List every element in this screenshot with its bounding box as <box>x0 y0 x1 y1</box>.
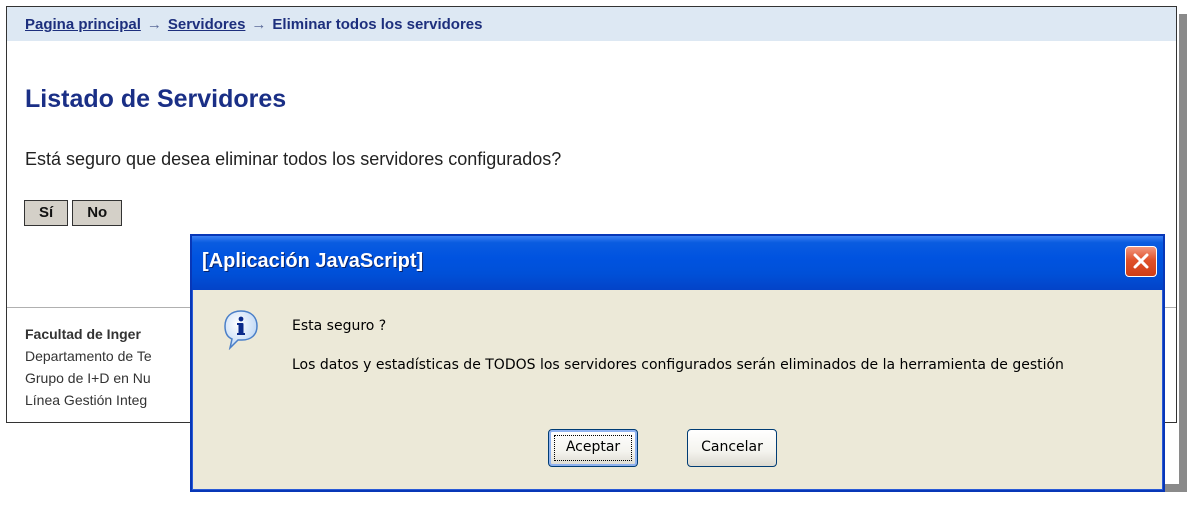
ok-button[interactable]: Aceptar <box>548 429 638 467</box>
page-title: Listado de Servidores <box>25 85 287 113</box>
breadcrumb-link-servidores[interactable]: Servidores <box>168 16 246 33</box>
cancel-button[interactable]: Cancelar <box>687 429 777 467</box>
footer-department: Departamento de Te <box>25 348 152 364</box>
breadcrumb-current: Eliminar todos los servidores <box>272 16 483 33</box>
screenshot-stage: Pagina principal → Servidores → Eliminar tod… <box>0 0 1190 512</box>
footer-group: Grupo de I+D en Nu <box>25 370 151 386</box>
dialog-message-title: Esta seguro ? <box>292 318 387 334</box>
cancel-button-label: Cancelar <box>701 439 763 455</box>
confirm-question: Está seguro que desea eliminar todos los… <box>25 149 562 169</box>
breadcrumb-arrow-icon: → <box>146 16 162 33</box>
breadcrumb: Pagina principal → Servidores → Eliminar tod… <box>7 7 1176 41</box>
breadcrumb-arrow-icon: → <box>251 16 267 33</box>
breadcrumb-link-home[interactable]: Pagina principal <box>25 16 141 33</box>
yes-button[interactable]: Sí <box>24 200 69 226</box>
footer-institution: Facultad de Inger <box>25 326 141 342</box>
confirm-buttons: Sí No <box>24 200 126 226</box>
javascript-alert-dialog: [Aplicación JavaScript] Esta seguro ? Lo… <box>190 234 1165 492</box>
dialog-title: [Aplicación JavaScript] <box>202 250 424 272</box>
footer: Facultad de Inger Departamento de Te Gru… <box>25 323 152 411</box>
page-shadow <box>1179 14 1187 491</box>
no-button[interactable]: No <box>72 200 123 226</box>
info-icon <box>224 310 258 350</box>
dialog-message-body: Los datos y estadísticas de TODOS los se… <box>292 357 1064 373</box>
focus-ring <box>554 435 632 461</box>
footer-line: Línea Gestión Integ <box>25 392 148 408</box>
dialog-titlebar[interactable]: [Aplicación JavaScript] <box>192 236 1163 290</box>
close-icon <box>1133 253 1149 269</box>
close-button[interactable] <box>1125 246 1157 277</box>
